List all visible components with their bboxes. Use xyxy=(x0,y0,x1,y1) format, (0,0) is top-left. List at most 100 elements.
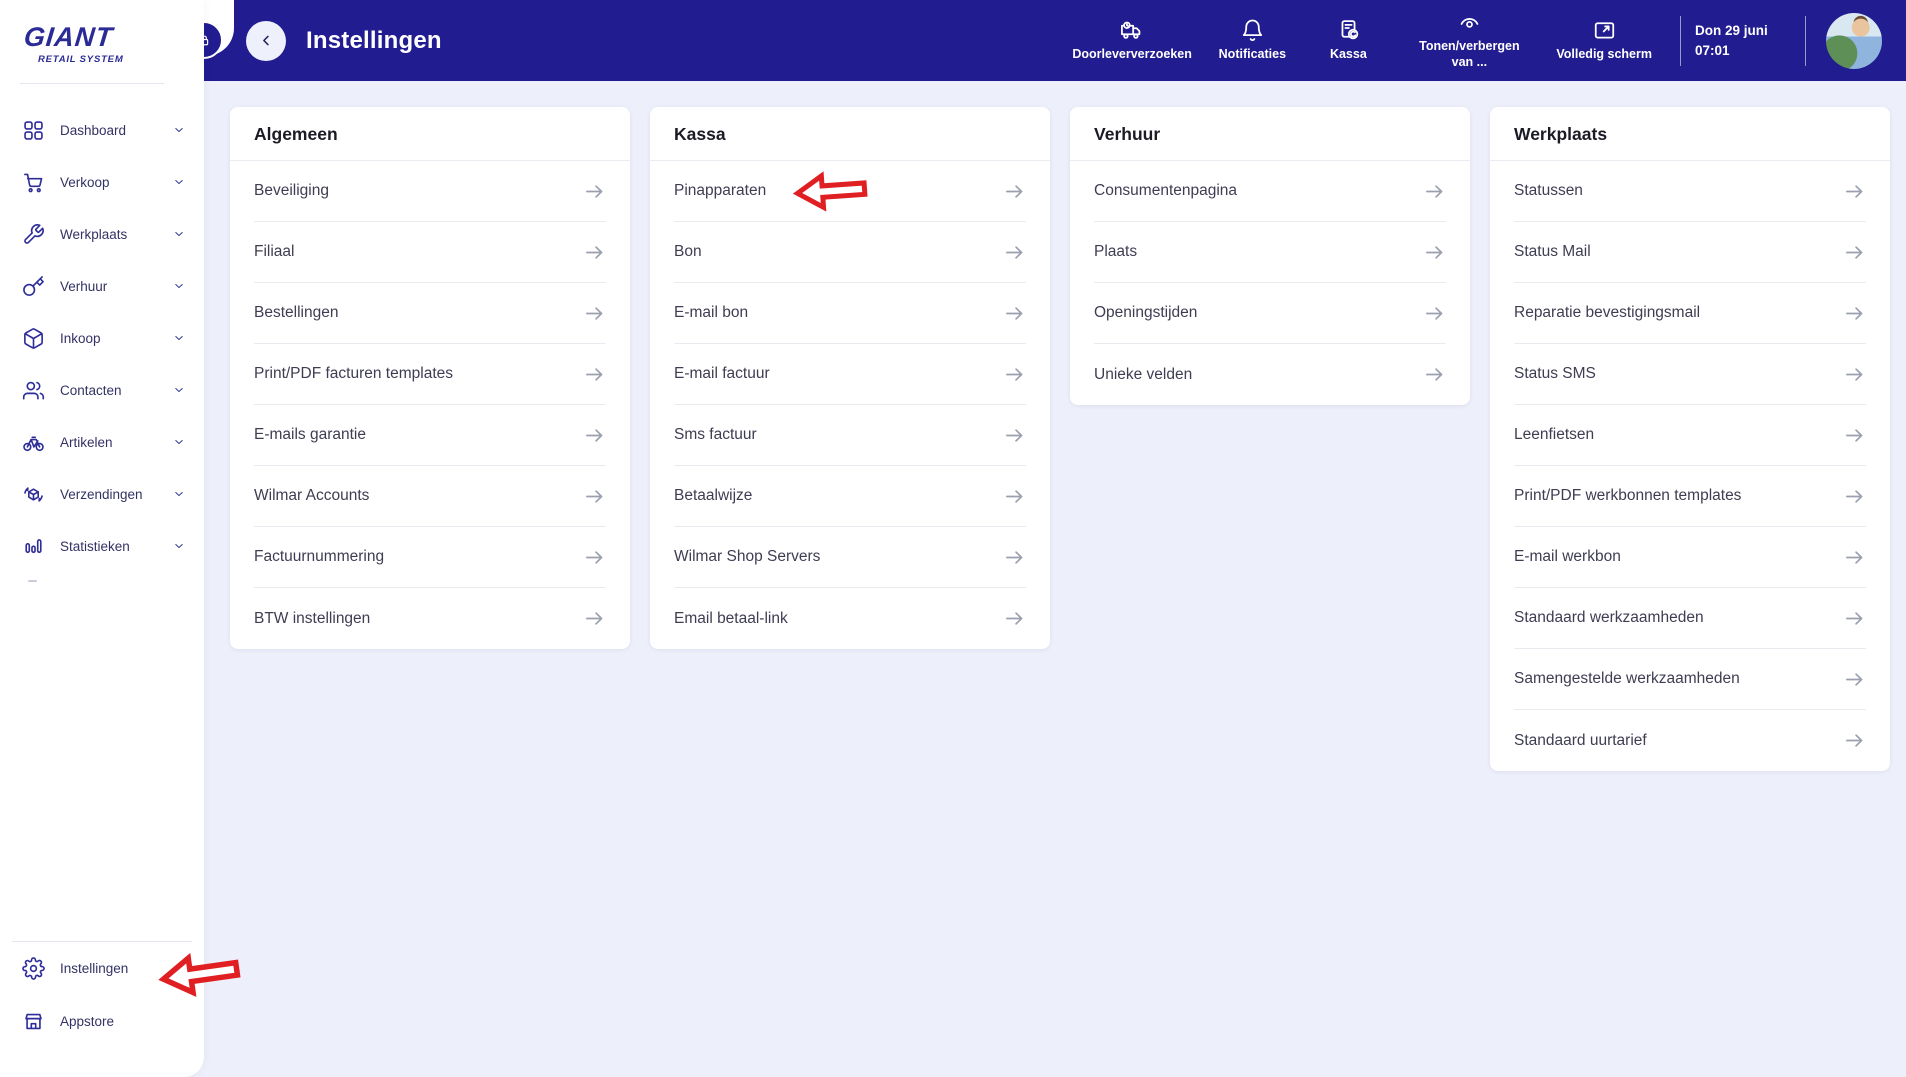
back-button[interactable] xyxy=(246,20,286,61)
arrow-right-icon xyxy=(583,607,606,630)
settings-link-row[interactable]: Standaard werkzaamheden xyxy=(1514,588,1866,649)
header-action[interactable]: Volledig scherm xyxy=(1542,18,1666,63)
header-action[interactable]: Doorleververzoeken xyxy=(1058,18,1204,63)
arrow-right-icon xyxy=(583,180,606,203)
sidebar-item[interactable]: Dashboard xyxy=(0,104,204,156)
settings-link-label: Status SMS xyxy=(1514,365,1596,382)
sidebar-item[interactable]: Verhuur xyxy=(0,260,204,312)
sidebar-item[interactable]: Verzendingen xyxy=(0,468,204,520)
settings-link-row[interactable]: Print/PDF facturen templates xyxy=(254,344,606,405)
settings-link-row[interactable]: Factuurnummering xyxy=(254,527,606,588)
header-action[interactable]: Kassa xyxy=(1300,18,1396,63)
bike-icon xyxy=(22,431,45,454)
arrow-right-icon xyxy=(1843,668,1866,691)
settings-link-row[interactable]: Filiaal xyxy=(254,222,606,283)
people-icon xyxy=(22,379,45,402)
arrow-right-icon xyxy=(1423,363,1446,386)
sidebar-item[interactable]: Inkoop xyxy=(0,312,204,364)
card-title: Algemeen xyxy=(254,124,338,144)
settings-link-label: Print/PDF facturen templates xyxy=(254,365,453,382)
arrow-right-icon xyxy=(583,424,606,447)
sidebar-item[interactable]: Artikelen xyxy=(0,416,204,468)
arrow-right-icon xyxy=(1843,424,1866,447)
header-action-label: Notificaties xyxy=(1218,47,1287,62)
sidebar: GIANT RETAIL SYSTEM Dashboard Verkoop We… xyxy=(0,0,204,1077)
sidebar-item[interactable]: Contacten xyxy=(0,364,204,416)
header-action[interactable]: Notificaties xyxy=(1204,18,1300,63)
settings-link-row[interactable]: Beveiliging xyxy=(254,161,606,222)
divider xyxy=(1680,15,1681,66)
sidebar-item-label: Contacten xyxy=(60,382,122,398)
settings-link-row[interactable]: E-mail factuur xyxy=(674,344,1026,405)
arrow-right-icon xyxy=(1843,241,1866,264)
settings-link-row[interactable]: Status SMS xyxy=(1514,344,1866,405)
header-action-label: Kassa xyxy=(1329,47,1367,62)
settings-link-label: Status Mail xyxy=(1514,243,1591,260)
settings-link-row[interactable]: Print/PDF werkbonnen templates xyxy=(1514,466,1866,527)
settings-link-label: Standaard werkzaamheden xyxy=(1514,609,1704,626)
settings-link-row[interactable]: Samengestelde werkzaamheden xyxy=(1514,649,1866,710)
sidebar-item[interactable]: Verkoop xyxy=(0,156,204,208)
settings-link-label: E-mail factuur xyxy=(674,365,770,382)
settings-content: Algemeen Beveiliging Filiaal Bestellinge… xyxy=(204,81,1906,1077)
sidebar-item[interactable]: Werkplaats xyxy=(0,208,204,260)
settings-card: Kassa Pinapparaten Bon E-mail bon E-mail… xyxy=(650,107,1050,649)
arrow-right-icon xyxy=(1423,302,1446,325)
header-action[interactable]: Tonen/verbergen van ... xyxy=(1396,10,1542,70)
settings-link-row[interactable]: E-mail werkbon xyxy=(1514,527,1866,588)
sidebar-item-label: Statistieken xyxy=(60,538,130,554)
brand-logo: GIANT RETAIL SYSTEM xyxy=(0,0,204,65)
settings-link-row[interactable]: Leenfietsen xyxy=(1514,405,1866,466)
settings-link-row[interactable]: Email betaal-link xyxy=(674,588,1026,649)
settings-link-row[interactable]: Statussen xyxy=(1514,161,1866,222)
arrow-right-icon xyxy=(1003,302,1026,325)
arrow-right-icon xyxy=(1843,729,1866,752)
sidebar-item-label: Inkoop xyxy=(60,330,101,346)
card-title: Verhuur xyxy=(1094,124,1161,144)
cash-register-icon xyxy=(1336,18,1361,43)
sidebar-item[interactable]: Statistieken xyxy=(0,520,204,572)
settings-link-row[interactable]: E-mail bon xyxy=(674,283,1026,344)
divider xyxy=(20,83,164,84)
sidebar-item[interactable]: Instellingen xyxy=(0,942,204,995)
settings-link-label: Print/PDF werkbonnen templates xyxy=(1514,487,1742,504)
sidebar-item-label: Werkplaats xyxy=(60,226,128,242)
arrow-right-icon xyxy=(1843,180,1866,203)
arrow-right-icon xyxy=(1003,546,1026,569)
sidebar-item-label: Verkoop xyxy=(60,174,110,190)
settings-link-row[interactable]: Status Mail xyxy=(1514,222,1866,283)
settings-link-row[interactable]: Openingstijden xyxy=(1094,283,1446,344)
settings-link-row[interactable]: Consumentenpagina xyxy=(1094,161,1446,222)
settings-link-row[interactable]: Wilmar Shop Servers xyxy=(674,527,1026,588)
settings-link-row[interactable]: Bestellingen xyxy=(254,283,606,344)
arrow-right-icon xyxy=(583,485,606,508)
store-icon xyxy=(22,1010,45,1033)
divider xyxy=(28,580,37,582)
avatar[interactable] xyxy=(1826,12,1882,69)
arrow-right-icon xyxy=(1003,424,1026,447)
gear-icon xyxy=(22,957,45,980)
settings-link-row[interactable]: Standaard uurtarief xyxy=(1514,710,1866,771)
settings-link-label: Betaalwijze xyxy=(674,487,753,504)
settings-link-row[interactable]: E-mails garantie xyxy=(254,405,606,466)
settings-link-row[interactable]: Betaalwijze xyxy=(674,466,1026,527)
settings-link-row[interactable]: Pinapparaten xyxy=(674,161,1026,222)
shipping-icon xyxy=(22,483,45,506)
arrow-right-icon xyxy=(1003,363,1026,386)
settings-link-row[interactable]: Sms factuur xyxy=(674,405,1026,466)
settings-link-row[interactable]: Bon xyxy=(674,222,1026,283)
card-title: Werkplaats xyxy=(1514,124,1608,144)
settings-link-row[interactable]: Reparatie bevestigingsmail xyxy=(1514,283,1866,344)
package-icon xyxy=(22,327,45,350)
settings-link-row[interactable]: BTW instellingen xyxy=(254,588,606,649)
settings-link-row[interactable]: Wilmar Accounts xyxy=(254,466,606,527)
arrow-right-icon xyxy=(583,363,606,386)
settings-link-label: Wilmar Shop Servers xyxy=(674,548,821,565)
settings-link-label: E-mail bon xyxy=(674,304,749,321)
sidebar-item[interactable]: Appstore xyxy=(0,995,204,1048)
settings-link-row[interactable]: Plaats xyxy=(1094,222,1446,283)
chevron-down-icon xyxy=(172,435,186,449)
settings-link-label: Standaard uurtarief xyxy=(1514,731,1647,749)
time-text: 07:01 xyxy=(1695,42,1730,58)
settings-link-row[interactable]: Unieke velden xyxy=(1094,344,1446,405)
